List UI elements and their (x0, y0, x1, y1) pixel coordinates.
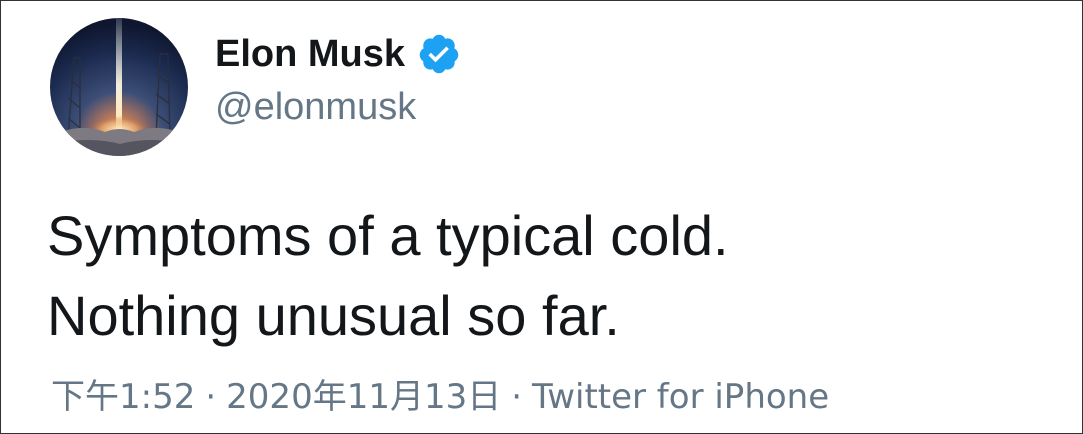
meta-separator: · (205, 377, 217, 417)
tweet-date[interactable]: 2020年11月13日 (226, 374, 501, 420)
avatar[interactable] (50, 18, 188, 156)
user-handle[interactable]: @elonmusk (215, 84, 416, 130)
meta-separator: · (511, 377, 523, 417)
display-name[interactable]: Elon Musk (215, 31, 405, 77)
name-row: Elon Musk (215, 31, 461, 77)
tweet-line: Nothing unusual so far. (47, 284, 620, 347)
tweet-line: Symptoms of a typical cold. (47, 204, 729, 267)
tweet-meta: 下午1:52 · 2020年11月13日 · Twitter for iPhon… (51, 374, 829, 420)
tweet-time[interactable]: 下午1:52 (51, 374, 195, 420)
rocket-launch-avatar-icon (50, 18, 188, 156)
tweet-text: Symptoms of a typical cold. Nothing unus… (47, 196, 1047, 356)
tweet-card: Elon Musk @elonmusk Symptoms of a typica… (0, 0, 1083, 434)
verified-badge-icon (417, 32, 461, 76)
tweet-source-link[interactable]: Twitter for iPhone (532, 374, 829, 420)
